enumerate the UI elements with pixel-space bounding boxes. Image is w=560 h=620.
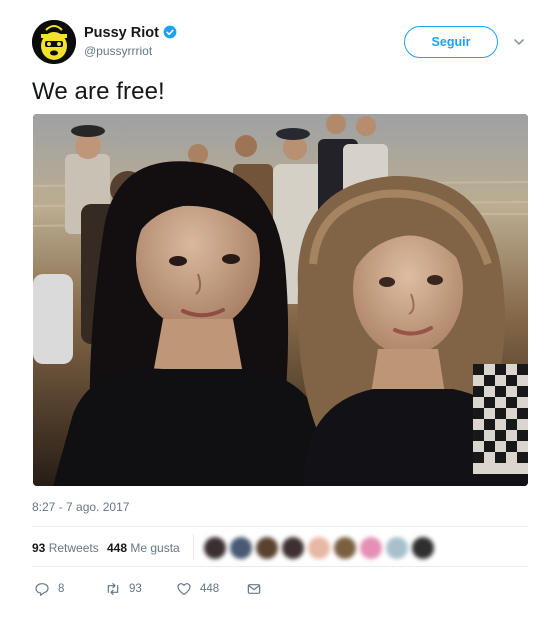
balaclava-face-icon xyxy=(32,20,76,64)
photo-image xyxy=(33,114,528,486)
message-button[interactable] xyxy=(246,581,270,597)
avatar[interactable] xyxy=(32,20,76,64)
likes-count: 448 xyxy=(107,541,128,555)
liker-avatar[interactable] xyxy=(386,537,408,559)
reply-icon xyxy=(35,583,49,596)
like-count: 448 xyxy=(200,583,220,595)
user-handle[interactable]: @pussyrrriot xyxy=(84,44,152,58)
retweet-button[interactable]: 93 xyxy=(105,581,142,597)
reply-button[interactable]: 8 xyxy=(34,581,64,597)
liker-avatar[interactable] xyxy=(334,537,356,559)
tweet-card: Pussy Riot @pussyrrriot Seguir We are fr… xyxy=(0,0,560,620)
divider xyxy=(32,526,528,527)
retweet-icon xyxy=(107,583,119,595)
retweet-count: 93 xyxy=(129,583,142,595)
verified-badge-icon xyxy=(163,25,177,39)
retweets-label: Retweets xyxy=(48,541,99,555)
like-button[interactable]: 448 xyxy=(176,581,219,597)
chevron-down-icon[interactable] xyxy=(512,36,526,48)
tweet-text: We are free! xyxy=(32,78,165,105)
liker-avatar[interactable] xyxy=(360,537,382,559)
divider xyxy=(32,566,528,567)
liker-avatar[interactable] xyxy=(256,537,278,559)
likes-label: Me gusta xyxy=(130,541,180,555)
heart-icon xyxy=(177,583,191,595)
liker-avatar[interactable] xyxy=(308,537,330,559)
tweet-photo[interactable] xyxy=(33,114,528,486)
stats-separator xyxy=(193,534,194,560)
follow-button[interactable]: Seguir xyxy=(404,26,498,58)
display-name[interactable]: Pussy Riot xyxy=(84,25,159,41)
liker-avatar[interactable] xyxy=(204,537,226,559)
retweets-count: 93 xyxy=(32,541,46,555)
liker-avatar[interactable] xyxy=(230,537,252,559)
retweets-stat[interactable]: 93 Retweets xyxy=(32,541,99,555)
envelope-icon xyxy=(247,584,261,594)
liker-avatar[interactable] xyxy=(412,537,434,559)
reply-count: 8 xyxy=(58,583,65,595)
tweet-timestamp[interactable]: 8:27 - 7 ago. 2017 xyxy=(32,500,129,514)
liker-avatar[interactable] xyxy=(282,537,304,559)
likes-stat[interactable]: 448 Me gusta xyxy=(107,541,180,555)
